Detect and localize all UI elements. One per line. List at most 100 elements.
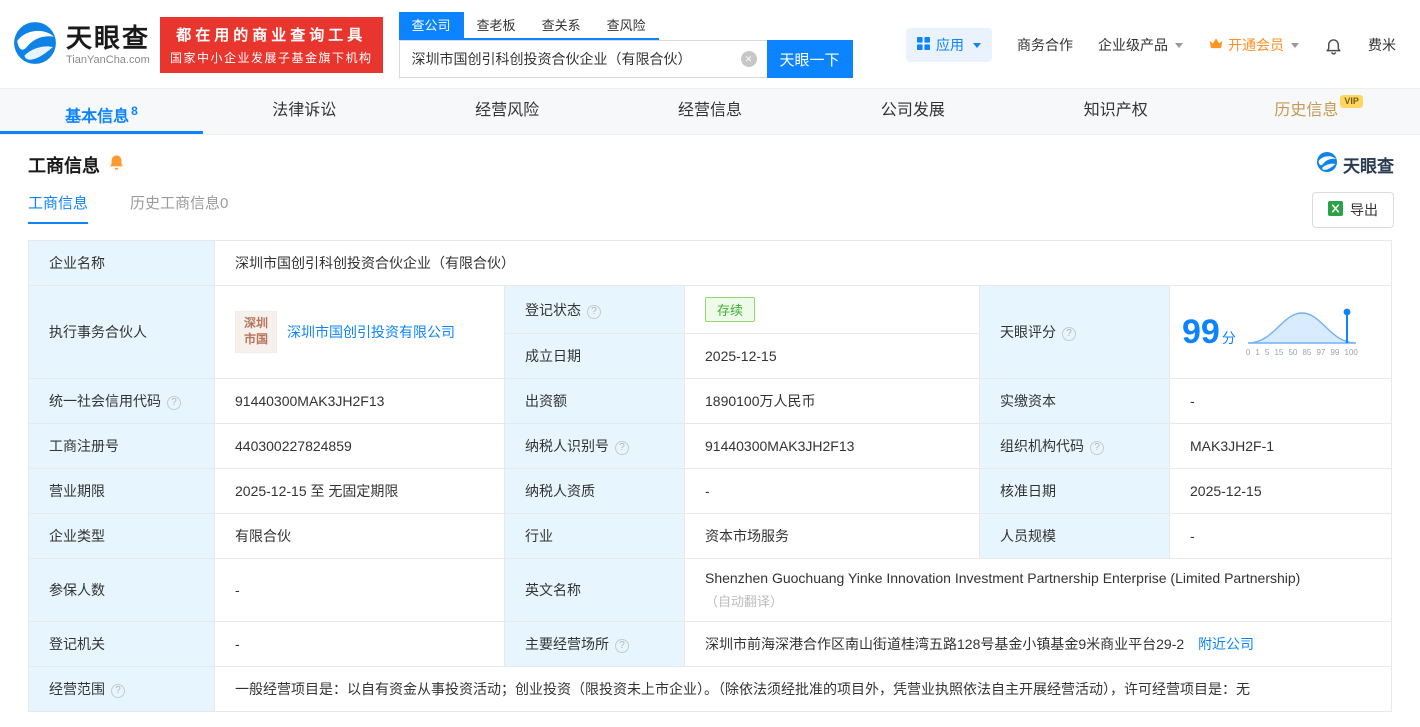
brand-swirl-icon [1316,151,1338,178]
paid-capital-value: - [1169,378,1392,424]
business-term-value: 2025-12-15 至 无固定期限 [214,468,505,514]
section-title: 工商信息 [28,155,100,176]
help-icon[interactable] [587,304,601,319]
score-number: 99 [1182,312,1220,351]
registration-status-value: 存续 [684,285,980,334]
search-tab-boss[interactable]: 查老板 [464,12,529,38]
search-input[interactable] [398,40,767,78]
partner-company-logo: 深圳 市国 [235,311,277,353]
menu-open-vip[interactable]: 开通会员 [1208,35,1299,55]
chevron-down-icon [1291,42,1299,48]
score-axis-labels: 0 1 5 15 50 85 97 99 100 [1245,348,1358,357]
english-name-label: 英文名称 [504,558,685,622]
business-address-label: 主要经营场所 [504,621,685,667]
search-tab-relation[interactable]: 查关系 [529,12,594,38]
chevron-down-icon [1175,42,1183,48]
menu-enterprise-products[interactable]: 企业级产品 [1098,35,1183,55]
notifications-bell-icon[interactable] [1324,36,1343,55]
registration-status-label: 登记状态 [504,285,685,334]
partner-company-link[interactable]: 深圳市国创引投资有限公司 [287,322,455,342]
help-icon[interactable] [1062,327,1076,341]
business-scope-value: 一般经营项目是：以自有资金从事投资活动；创业投资（限投资未上市企业）。（除依法须… [214,666,1392,712]
industry-label: 行业 [504,513,685,559]
subtab-business-info[interactable]: 工商信息 [28,192,89,224]
taxpayer-quality-value: - [684,468,980,514]
tianyancha-logo[interactable]: 天眼查 TianYanCha.com [12,20,150,71]
help-icon[interactable] [111,684,125,698]
credit-code-value: 91440300MAK3JH2F13 [214,378,505,424]
brand-domain: TianYanCha.com [66,53,150,66]
help-icon[interactable] [615,441,629,455]
score-distribution-chart: 0 1 5 15 50 85 97 99 100 [1246,307,1358,357]
approval-date-label: 核准日期 [979,468,1170,514]
company-type-value: 有限合伙 [214,513,505,559]
table-row: 工商注册号 440300227824859 纳税人识别号 91440300MAK… [28,423,1392,469]
taxpayer-quality-label: 纳税人资质 [504,468,685,514]
industry-value: 资本市场服务 [684,513,980,559]
top-bar: 天眼查 TianYanCha.com 都在用的商业查询工具 国家中小企业发展子基… [0,0,1420,88]
auto-translate-note: （自动翻译） [705,594,784,609]
tianyancha-company-page: 天眼查 TianYanCha.com 都在用的商业查询工具 国家中小企业发展子基… [0,0,1420,712]
subtab-history-business-info[interactable]: 历史工商信息0 [130,192,228,222]
company-name-label: 企业名称 [28,240,215,286]
staff-size-label: 人员规模 [979,513,1170,559]
credit-code-label: 统一社会信用代码 [28,378,215,424]
org-code-label: 组织机构代码 [979,423,1170,469]
tab-count-badge: 8 [131,104,138,118]
capital-value: 1890100万人民币 [684,378,980,424]
table-row: 企业类型 有限合伙 行业 资本市场服务 人员规模 - [28,513,1392,559]
tab-company-development[interactable]: 公司发展 [811,89,1014,134]
business-address-value: 深圳市前海深港合作区南山街道桂湾五路128号基金小镇基金9米商业平台29-2 附… [684,621,1392,667]
clear-search-icon[interactable] [740,51,757,67]
apps-menu[interactable]: 应用 [906,28,992,62]
search-tab-risk[interactable]: 查风险 [594,12,659,38]
top-menu: 应用 商务合作 企业级产品 开通会员 费米 [906,28,1396,62]
tab-operating-info[interactable]: 经营信息 [609,89,812,134]
help-icon[interactable] [1090,441,1104,455]
table-row: 登记机关 - 主要经营场所 深圳市前海深港合作区南山街道桂湾五路128号基金小镇… [28,621,1392,667]
user-name[interactable]: 费米 [1368,35,1396,55]
org-code-value: MAK3JH2F-1 [1169,423,1392,469]
brand-slogan: 都在用的商业查询工具 国家中小企业发展子基金旗下机构 [160,17,383,73]
table-row: 执行事务合伙人 深圳 市国 深圳市国创引投资有限公司 登记状态 存续 天眼评分 [28,285,1392,379]
tab-intellectual-property[interactable]: 知识产权 [1014,89,1217,134]
table-row: 营业期限 2025-12-15 至 无固定期限 纳税人资质 - 核准日期 202… [28,468,1392,514]
tab-legal-litigation[interactable]: 法律诉讼 [203,89,406,134]
table-row: 企业名称 深圳市国创引科创投资合伙企业（有限合伙） [28,240,1392,286]
excel-icon [1328,201,1343,219]
company-type-label: 企业类型 [28,513,215,559]
search-area: 查公司 查老板 查关系 查风险 天眼一下 [398,12,853,78]
nearby-companies-link[interactable]: 附近公司 [1198,636,1254,652]
taxpayer-id-value: 91440300MAK3JH2F13 [684,423,980,469]
registration-authority-label: 登记机关 [28,621,215,667]
help-icon[interactable] [167,396,181,410]
tab-basic-info[interactable]: 基本信息 8 [0,89,203,134]
company-name-value: 深圳市国创引科创投资合伙企业（有限合伙） [214,240,1392,286]
executive-partner-value: 深圳 市国 深圳市国创引投资有限公司 [214,285,505,379]
vip-badge: VIP [1340,95,1363,108]
watermark-brand: 天眼查 [1316,151,1394,178]
export-button[interactable]: 导出 [1312,192,1394,228]
tab-operating-risk[interactable]: 经营风险 [406,89,609,134]
established-date-label: 成立日期 [504,333,685,379]
table-row: 统一社会信用代码 91440300MAK3JH2F13 出资额 1890100万… [28,378,1392,424]
search-tab-company[interactable]: 查公司 [398,12,464,38]
table-row: 经营范围 一般经营项目是：以自有资金从事投资活动；创业投资（限投资未上市企业）。… [28,666,1392,712]
brand-name: 天眼查 [66,23,151,54]
tab-history-info[interactable]: 历史信息VIP [1217,89,1420,134]
status-badge: 存续 [705,297,756,322]
tyc-score-value: 99 分 0 1 5 15 50 85 97 99 100 [1169,285,1392,379]
business-info-table: 企业名称 深圳市国创引科创投资合伙企业（有限合伙） 执行事务合伙人 深圳 市国 … [28,240,1392,712]
subscribe-bell-icon[interactable] [108,154,125,176]
tyc-score-label: 天眼评分 [979,285,1170,379]
paid-capital-label: 实缴资本 [979,378,1170,424]
search-button[interactable]: 天眼一下 [766,40,853,78]
english-name-value: Shenzhen Guochuang Yinke Innovation Inve… [684,558,1392,622]
established-date-value: 2025-12-15 [684,333,980,379]
taxpayer-id-label: 纳税人识别号 [504,423,685,469]
help-icon[interactable] [615,639,629,653]
menu-cooperation[interactable]: 商务合作 [1017,35,1073,55]
capital-label: 出资额 [504,378,685,424]
registration-authority-value: - [214,621,505,667]
business-term-label: 营业期限 [28,468,215,514]
